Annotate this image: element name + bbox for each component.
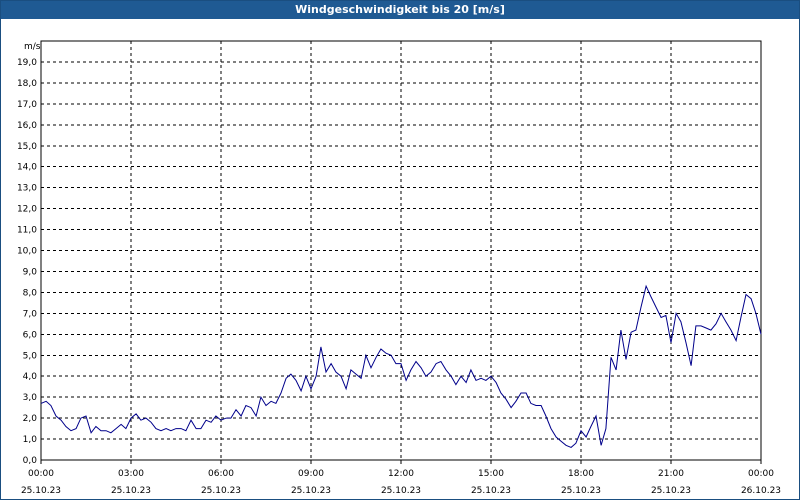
x-tick-date-label: 25.10.23 [651, 486, 691, 496]
y-tick-label: 1,0 [23, 435, 38, 445]
y-tick-label: 9,0 [23, 267, 38, 277]
y-tick-label: 19,0 [17, 58, 37, 68]
y-tick-label: 12,0 [17, 205, 37, 215]
x-tick-time-label: 18:00 [568, 469, 594, 479]
x-tick-time-label: 12:00 [388, 469, 414, 479]
y-tick-label: 17,0 [17, 100, 37, 110]
y-tick-label: 7,0 [23, 309, 38, 319]
x-tick-time-label: 15:00 [478, 469, 504, 479]
y-tick-label: 4,0 [23, 372, 38, 382]
x-tick-time-label: 21:00 [658, 469, 684, 479]
x-tick-date-label: 25.10.23 [291, 486, 331, 496]
y-tick-label: 16,0 [17, 121, 37, 131]
x-tick-date-label: 25.10.23 [381, 486, 421, 496]
y-tick-label: 8,0 [23, 288, 38, 298]
x-tick-time-label: 03:00 [118, 469, 144, 479]
y-tick-label: 5,0 [23, 351, 38, 361]
x-tick-time-label: 06:00 [208, 469, 234, 479]
x-tick-date-label: 25.10.23 [111, 486, 151, 496]
x-tick-date-label: 25.10.23 [201, 486, 241, 496]
y-tick-label: 10,0 [17, 247, 37, 257]
y-axis-label: m/s [24, 42, 41, 52]
y-tick-label: 13,0 [17, 184, 37, 194]
y-tick-label: 6,0 [23, 330, 38, 340]
y-tick-label: 3,0 [23, 393, 38, 403]
y-tick-label: 18,0 [17, 79, 37, 89]
y-tick-label: 2,0 [23, 414, 38, 424]
x-tick-date-label: 25.10.23 [471, 486, 511, 496]
x-tick-time-label: 00:00 [28, 469, 54, 479]
y-tick-label: 11,0 [17, 226, 37, 236]
x-tick-time-label: 00:00 [748, 469, 774, 479]
chart-window: Windgeschwindigkeit bis 20 [m/s] 0,0 1,0 2… [0, 0, 800, 500]
y-tick-label: 14,0 [17, 163, 37, 173]
x-tick-date-label: 25.10.23 [21, 486, 61, 496]
x-tick-date-label: 26.10.23 [741, 486, 781, 496]
x-tick-date-label: 25.10.23 [561, 486, 601, 496]
y-tick-label: 0,0 [23, 456, 38, 466]
y-tick-label: 15,0 [17, 142, 37, 152]
x-tick-time-label: 09:00 [298, 469, 324, 479]
chart-svg: 0,0 1,0 2,0 3,0 4,0 5,0 6,0 7,0 8,0 9,0 10,0 11,0 12… [17, 40, 781, 496]
